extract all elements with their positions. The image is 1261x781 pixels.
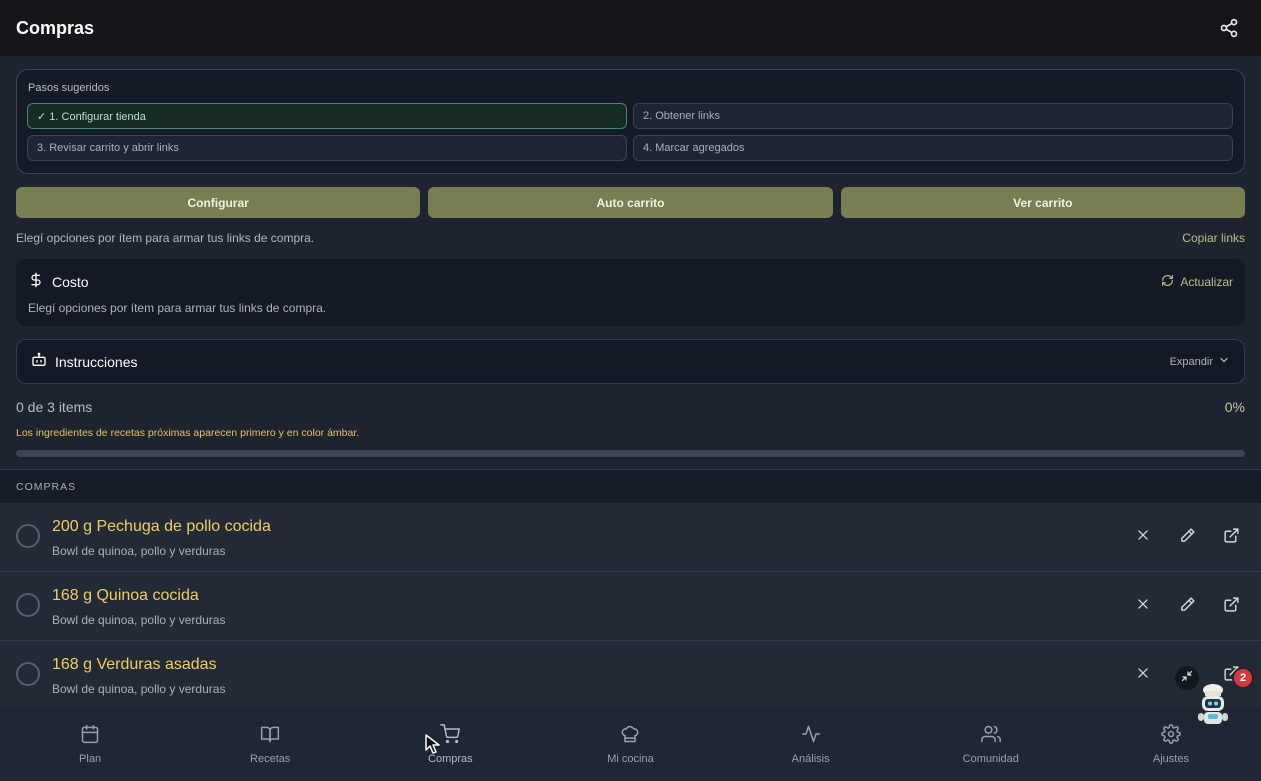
nav-item-mi-cocina[interactable]: Mi cocina: [540, 709, 720, 781]
item-recipe: Bowl de quinoa, pollo y verduras: [52, 682, 226, 696]
expand-label: Expandir: [1169, 355, 1213, 368]
section-header: COMPRAS: [0, 470, 1261, 503]
step-review-cart[interactable]: 3. Revisar carrito y abrir links: [27, 135, 627, 161]
page-title: Compras: [16, 17, 95, 38]
external-link-icon[interactable]: [1221, 525, 1241, 545]
edit-icon[interactable]: [1177, 525, 1197, 545]
mouse-cursor-icon: [424, 733, 444, 760]
edit-icon[interactable]: [1177, 594, 1197, 614]
robot-icon: [31, 352, 47, 371]
refresh-button[interactable]: Actualizar: [1161, 274, 1233, 290]
item-checkbox[interactable]: [16, 662, 40, 686]
list-item: 200 g Pechuga de pollo cocida Bowl de qu…: [0, 503, 1261, 572]
nav-label: Análisis: [791, 753, 830, 765]
step-configure-store[interactable]: ✓ 1. Configurar tienda: [27, 103, 627, 129]
hint-text: Elegí opciones por ítem para armar tus l…: [16, 231, 315, 245]
list-item: 168 g Verduras asadas Bowl de quinoa, po…: [0, 641, 1261, 710]
progress-row: 0 de 3 items 0%: [16, 399, 1245, 415]
nav-item-plan[interactable]: Plan: [0, 709, 180, 781]
item-name: 200 g Pechuga de pollo cocida: [52, 518, 271, 535]
steps-label: Pasos sugeridos: [28, 82, 110, 94]
item-name: 168 g Verduras asadas: [52, 656, 217, 673]
section-label: COMPRAS: [16, 481, 77, 493]
suggested-steps-panel: Pasos sugeridos ✓ 1. Configurar tienda 2…: [16, 69, 1245, 174]
activity-icon: [801, 724, 821, 749]
amber-note: Los ingredientes de recetas próximas apa…: [16, 427, 360, 439]
item-name: 168 g Quinoa cocida: [52, 587, 199, 604]
copy-links-link[interactable]: Copiar links: [1182, 231, 1245, 245]
close-icon[interactable]: [1133, 663, 1153, 683]
hint-row: Elegí opciones por ítem para armar tus l…: [16, 231, 1245, 245]
dollar-icon: [28, 272, 44, 291]
users-icon: [980, 724, 1001, 749]
nav-item-comunidad[interactable]: Comunidad: [901, 709, 1081, 781]
nav-label: Ajustes: [1152, 753, 1189, 765]
item-recipe: Bowl de quinoa, pollo y verduras: [52, 544, 226, 558]
progress-bar: [16, 450, 1245, 457]
cost-subtitle: Elegí opciones por ítem para armar tus l…: [28, 301, 327, 315]
configure-button[interactable]: Configurar: [16, 187, 421, 218]
gear-icon: [1161, 724, 1181, 749]
item-checkbox[interactable]: [16, 593, 40, 617]
item-checkbox[interactable]: [16, 524, 40, 548]
chef-hat-icon: [620, 724, 640, 749]
top-bar: Compras: [0, 0, 1261, 56]
shopping-list: 200 g Pechuga de pollo cocida Bowl de qu…: [0, 503, 1261, 710]
share-icon[interactable]: [1217, 16, 1241, 40]
chef-robot-assistant-icon[interactable]: [1188, 680, 1238, 730]
external-link-icon[interactable]: [1221, 594, 1241, 614]
close-icon[interactable]: [1133, 525, 1153, 545]
notification-badge: 2: [1232, 667, 1254, 689]
item-recipe: Bowl de quinoa, pollo y verduras: [52, 613, 226, 627]
expand-button[interactable]: Expandir: [1170, 354, 1230, 369]
calendar-icon: [80, 724, 100, 749]
cost-card: Costo Actualizar Elegí opciones por ítem…: [16, 259, 1245, 326]
nav-item-recetas[interactable]: Recetas: [180, 709, 360, 781]
view-cart-button[interactable]: Ver carrito: [840, 187, 1245, 218]
refresh-label: Actualizar: [1180, 274, 1233, 289]
bottom-nav: Plan Recetas Compras Mi cocina Análisis …: [0, 709, 1261, 781]
nav-item-analisis[interactable]: Análisis: [721, 709, 901, 781]
nav-label: Comunidad: [962, 753, 1019, 765]
refresh-icon: [1161, 274, 1174, 290]
step-get-links[interactable]: 2. Obtener links: [633, 103, 1233, 129]
instructions-card[interactable]: Instrucciones Expandir: [16, 339, 1245, 384]
nav-label: Mi cocina: [607, 753, 654, 765]
chevron-down-icon: [1218, 354, 1230, 369]
progress-percent: 0%: [1224, 399, 1245, 415]
action-buttons: Configurar Auto carrito Ver carrito: [16, 187, 1245, 218]
instructions-title: Instrucciones: [55, 353, 138, 370]
step-mark-added[interactable]: 4. Marcar agregados: [633, 135, 1233, 161]
nav-label: Recetas: [250, 753, 291, 765]
book-icon: [260, 724, 280, 749]
nav-item-compras[interactable]: Compras: [360, 709, 540, 781]
items-count: 0 de 3 items: [16, 399, 93, 415]
cost-title: Costo: [52, 273, 89, 290]
list-item: 168 g Quinoa cocida Bowl de quinoa, poll…: [0, 572, 1261, 641]
nav-label: Plan: [79, 753, 102, 765]
close-icon[interactable]: [1133, 594, 1153, 614]
auto-cart-button[interactable]: Auto carrito: [428, 187, 833, 218]
